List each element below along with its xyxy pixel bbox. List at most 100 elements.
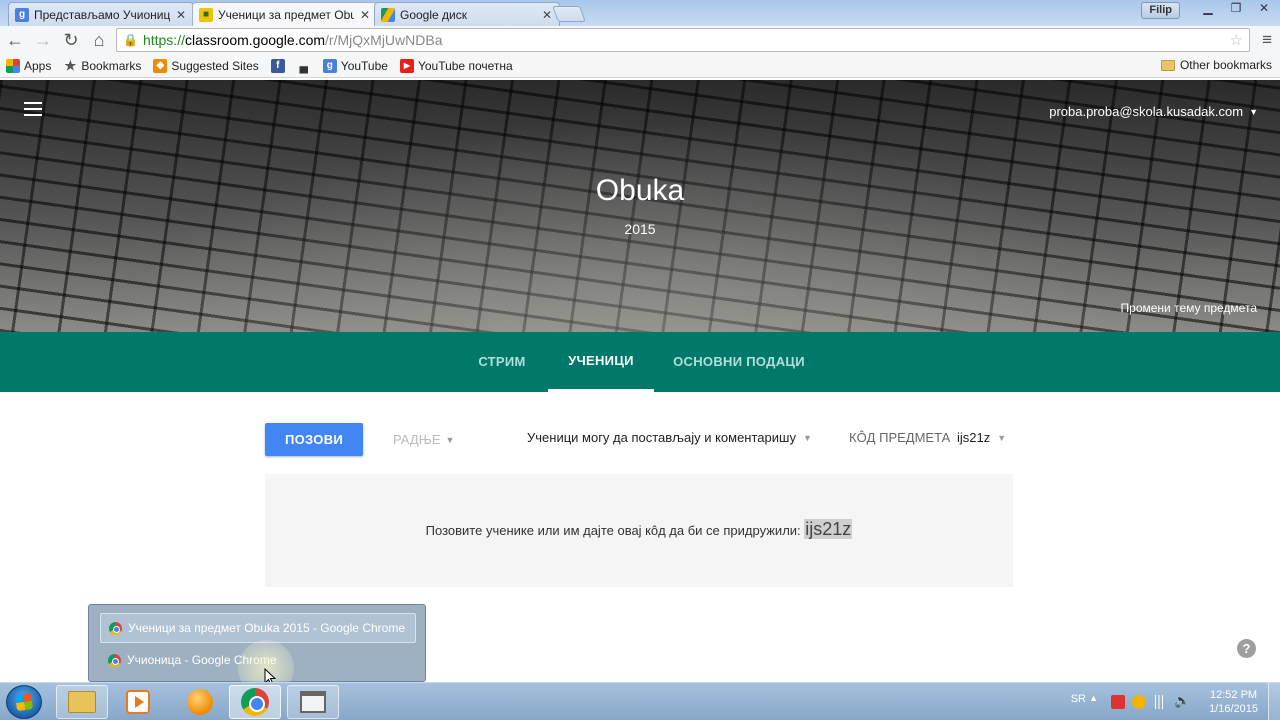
show-desktop-button[interactable] [1268, 683, 1280, 720]
bookmark-label: YouTube [340, 58, 388, 73]
drive-icon [381, 7, 395, 22]
actions-dropdown[interactable]: РАДЊЕ ▼ [393, 432, 454, 447]
suggested-sites-icon: ◆ [153, 58, 168, 73]
tab-students[interactable]: УЧЕНИЦИ [548, 332, 654, 392]
bookmark-label: Suggested Sites [171, 58, 259, 73]
forward-arrow-icon[interactable]: → [30, 27, 56, 53]
start-button[interactable] [6, 685, 42, 719]
window-icon [300, 691, 326, 713]
invite-message: Позовите ученике или им дајте овај кôд д… [425, 523, 801, 538]
tab-stream[interactable]: СТРИМ [470, 332, 534, 392]
chevron-down-icon: ▼ [997, 432, 1007, 443]
taskbar-chrome[interactable] [229, 685, 281, 719]
bookmark-youtube-home[interactable]: ▶ YouTube почетна [399, 58, 513, 73]
facebook-icon: f [270, 58, 285, 73]
chevron-down-icon: ▼ [445, 434, 455, 445]
change-theme-link[interactable]: Промени тему предмета [1121, 301, 1257, 315]
address-bar[interactable]: 🔒 https://classroom.google.com/r/MjQxMjU… [116, 28, 1250, 52]
url-scheme: https:// [142, 32, 185, 48]
url-host: classroom.google.com [184, 32, 326, 48]
browser-tab-intro[interactable]: g Представљамо Учионицу ✕ [8, 2, 194, 26]
reload-icon[interactable]: ↻ [58, 27, 84, 53]
tray-expand-icon[interactable]: ▲ [1089, 693, 1098, 703]
invite-code-highlight: ijs21z [804, 519, 853, 539]
account-menu[interactable]: proba.proba@skola.kusadak.com ▼ [1049, 104, 1258, 119]
close-tab-icon[interactable]: ✕ [359, 8, 371, 22]
url-path: /r/MjQxMjUwNDBa [325, 32, 443, 48]
bookmark-label: Apps [24, 58, 52, 73]
class-code-dropdown[interactable]: ijs21z ▼ [957, 430, 1006, 445]
bookmark-youtube-google[interactable]: g YouTube [322, 58, 388, 73]
chevron-down-icon: ▼ [1249, 106, 1258, 117]
back-arrow-icon[interactable]: ← [2, 27, 28, 53]
system-tray: SR ▲ 🔈 12:52 PM 1/16/2015 [1050, 683, 1280, 720]
google-g-icon: g [15, 7, 29, 22]
security-alert-icon[interactable] [1111, 695, 1125, 709]
youtube-icon: ▶ [399, 58, 414, 73]
bookmark-car-icon: ▄ [299, 58, 309, 73]
apps-grid-icon [6, 58, 20, 73]
hamburger-menu-icon[interactable] [24, 102, 42, 120]
chrome-icon [241, 688, 269, 716]
bookmark-suggested-sites[interactable]: ◆ Suggested Sites [153, 58, 259, 73]
other-bookmarks-label: Other bookmarks [1179, 58, 1272, 72]
browser-user-button[interactable]: Filip [1141, 2, 1180, 19]
window-controls: ▁ ❐ ✕ [1198, 1, 1274, 15]
tab-about[interactable]: ОСНОВНИ ПОДАЦИ [668, 332, 810, 392]
other-bookmarks[interactable]: Other bookmarks [1160, 58, 1272, 72]
close-tab-icon[interactable]: ✕ [541, 8, 553, 22]
invite-button[interactable]: ПОЗОВИ [265, 423, 363, 456]
taskbar-window-app[interactable] [287, 685, 339, 719]
account-email: proba.proba@skola.kusadak.com [1049, 104, 1244, 119]
taskbar-explorer[interactable] [56, 685, 108, 719]
invite-panel: Позовите ученике или им дајте овај кôд д… [265, 474, 1013, 587]
clock-date: 1/16/2015 [1209, 703, 1258, 715]
media-player-icon [126, 690, 150, 714]
clock[interactable]: 12:52 PM 1/16/2015 [1209, 688, 1258, 716]
minimize-icon[interactable]: ▁ [1198, 1, 1218, 15]
new-tab-button[interactable] [552, 6, 586, 22]
bookmark-facebook[interactable]: f [270, 58, 285, 73]
bookmark-label: Bookmarks [81, 58, 142, 73]
home-icon[interactable]: ⌂ [86, 27, 112, 53]
windows-logo-icon [14, 692, 34, 712]
class-code-label: КÔД ПРЕДМЕТА [849, 430, 951, 445]
browser-tab-strip: g Представљамо Учионицу ✕ ■ Ученици за п… [0, 0, 1280, 26]
classroom-icon: ■ [199, 7, 213, 22]
class-code-value: ijs21z [957, 430, 991, 445]
lock-icon: 🔒 [123, 33, 138, 47]
chevron-down-icon: ▼ [802, 432, 812, 443]
orange-app-icon [187, 689, 213, 715]
help-icon[interactable]: ? [1237, 639, 1256, 658]
bookmarks-bar: Apps ★ Bookmarks ◆ Suggested Sites f ▄ g… [0, 54, 1280, 78]
bookmark-car[interactable]: ▄ [297, 59, 311, 73]
browser-tab-title: Google диск [400, 7, 467, 22]
window-list-label: Ученици за предмет Obuka 2015 - Google C… [128, 621, 405, 635]
bookmark-star-icon[interactable]: ☆ [1230, 31, 1243, 49]
browser-tab-students[interactable]: ■ Ученици за предмет Obuka ✕ [192, 2, 378, 26]
permission-dropdown[interactable]: Ученици могу да постављају и коментаришу… [527, 430, 812, 445]
restore-icon[interactable]: ❐ [1226, 1, 1246, 15]
taskbar-media-player[interactable] [112, 685, 164, 719]
bookmark-bookmarks[interactable]: ★ Bookmarks [63, 58, 142, 73]
network-signal-icon[interactable] [1152, 695, 1166, 709]
class-section: 2015 [624, 221, 656, 237]
close-tab-icon[interactable]: ✕ [175, 8, 187, 22]
chrome-menu-icon[interactable]: ≡ [1262, 30, 1272, 50]
bookmark-apps[interactable]: Apps [6, 58, 52, 73]
taskbar-app-orange[interactable] [174, 685, 226, 719]
chrome-icon [108, 653, 121, 667]
close-window-icon[interactable]: ✕ [1254, 1, 1274, 15]
folder-icon [1160, 59, 1175, 71]
folder-icon [68, 691, 96, 713]
browser-tab-drive[interactable]: Google диск ✕ [374, 2, 560, 26]
language-indicator[interactable]: SR [1071, 693, 1086, 705]
class-header-banner: proba.proba@skola.kusadak.com ▼ Obuka 20… [0, 80, 1280, 332]
invite-message-line: Позовите ученике или им дајте овај кôд д… [265, 519, 1013, 540]
volume-icon[interactable]: 🔈 [1174, 693, 1190, 708]
chrome-icon [109, 621, 122, 635]
actions-label: РАДЊЕ [393, 432, 441, 447]
tray-app-icon[interactable] [1132, 695, 1146, 709]
window-list-item[interactable]: Ученици за предмет Obuka 2015 - Google C… [100, 613, 416, 643]
google-g-icon: g [322, 58, 337, 73]
